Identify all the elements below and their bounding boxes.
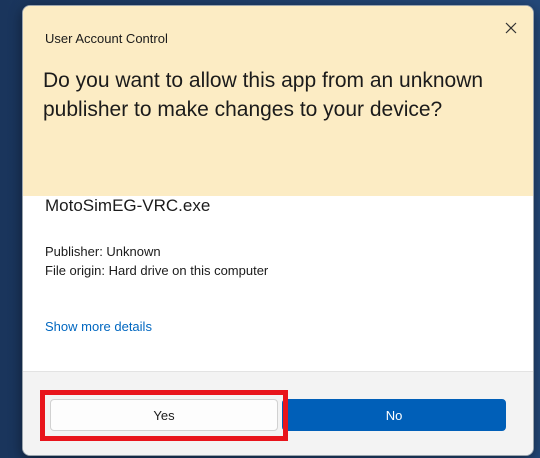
close-icon [505, 22, 517, 34]
dialog-footer: Yes No [23, 371, 533, 455]
yes-button[interactable]: Yes [50, 399, 278, 431]
uac-dialog: User Account Control Do you want to allo… [22, 5, 534, 456]
show-more-details-link[interactable]: Show more details [45, 319, 152, 334]
close-button[interactable] [499, 16, 523, 40]
dialog-title: User Account Control [45, 31, 168, 46]
app-details: Publisher: Unknown File origin: Hard dri… [45, 242, 268, 280]
publisher-text: Publisher: Unknown [45, 244, 161, 259]
dialog-header: User Account Control Do you want to allo… [23, 6, 533, 196]
dialog-question: Do you want to allow this app from an un… [43, 69, 484, 121]
app-name: MotoSimEG-VRC.exe [45, 196, 211, 215]
file-origin-text: File origin: Hard drive on this computer [45, 263, 269, 278]
no-button[interactable]: No [282, 399, 506, 431]
